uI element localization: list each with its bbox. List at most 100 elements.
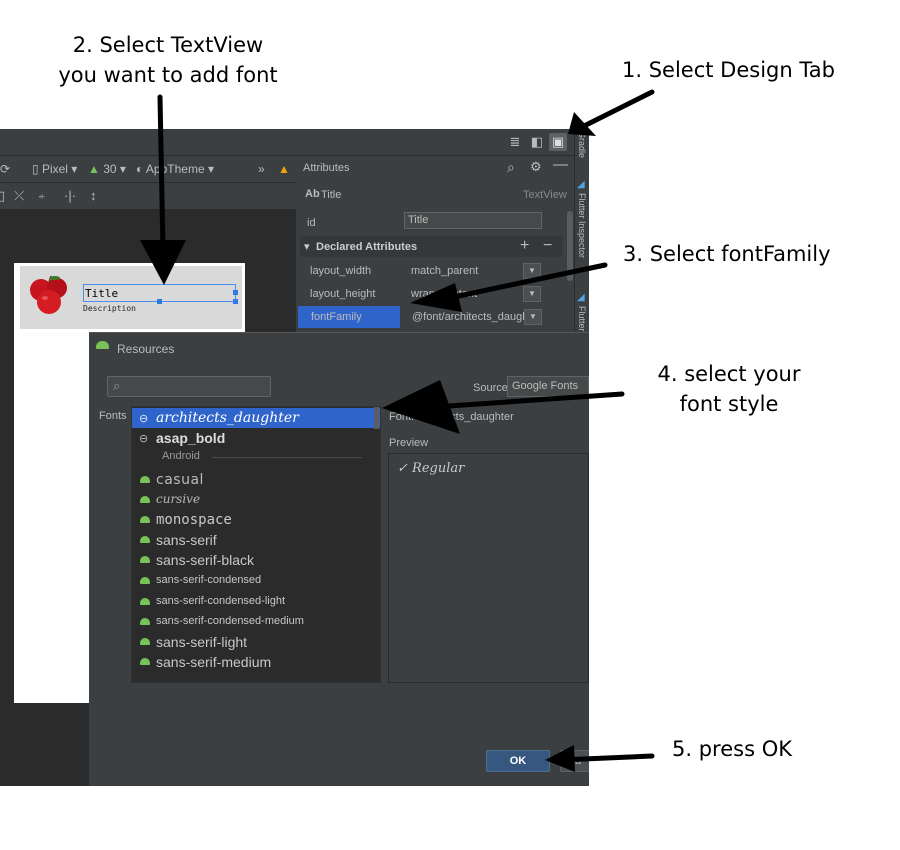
selected-font-label: Font: architects_daughter [389, 411, 514, 423]
annotation-step4: 4. select your font style [640, 359, 818, 419]
font-name: sans-serif-condensed [156, 574, 262, 586]
attr-value: wrap_content [411, 288, 478, 300]
divider [212, 457, 362, 458]
list-item[interactable]: monospace [132, 510, 380, 530]
attr-key: fontFamily [311, 311, 362, 323]
android-icon [140, 496, 150, 503]
scrollbar[interactable] [567, 211, 573, 281]
attributes-panel: Attributes ⌕ ⚙ — Ab Title TextView id Ti… [297, 156, 574, 356]
ok-button[interactable]: OK [486, 750, 550, 772]
font-name: asap_bold [156, 430, 226, 446]
list-item[interactable]: cursive [132, 490, 380, 510]
list-item[interactable]: sans-serif [132, 530, 380, 550]
android-icon [140, 536, 150, 543]
font-name: cursive [156, 492, 201, 506]
list-item[interactable]: sans-serif-condensed-medium [132, 612, 380, 632]
annotation-step4-line1: 4. select your [657, 362, 801, 386]
theme-selector[interactable]: ◐ AppTheme ▾ [136, 162, 214, 176]
description-textview[interactable]: Description [83, 304, 136, 313]
list-item[interactable]: sans-serif-medium [132, 652, 380, 672]
default-margins-icon[interactable]: ·|· [64, 188, 76, 203]
device-selector[interactable]: ▯ Pixel ▾ [32, 162, 77, 176]
scrollbar[interactable] [374, 407, 379, 429]
list-view-icon[interactable]: ≣ [506, 133, 524, 151]
overflow-icon[interactable]: » [258, 162, 265, 176]
annotation-step3: 3. Select fontFamily [623, 242, 831, 266]
android-icon [140, 638, 150, 645]
list-item[interactable]: ⊖ asap_bold [132, 428, 380, 448]
android-icon [140, 516, 150, 523]
android-icon [140, 598, 150, 605]
attr-key: layout_width [310, 265, 372, 277]
source-select[interactable]: Google Fonts [507, 376, 589, 397]
font-name: sans-serif-condensed-light [156, 595, 286, 607]
gradle-tab[interactable]: Gradle [577, 131, 587, 158]
api-selector[interactable]: ▲ 30 ▾ [88, 162, 126, 176]
search-input[interactable]: ⌕ [107, 376, 271, 397]
apple-image [30, 275, 67, 314]
search-icon: ⌕ [113, 378, 121, 393]
warning-icon[interactable]: ▲ [278, 162, 290, 176]
constraint-toolbar: ▯ ⤫ ⍅ ·|· ↕ [0, 183, 296, 210]
arrow-step1 [577, 89, 655, 131]
android-group-label: Android [162, 450, 200, 462]
search-icon[interactable]: ⌕ [507, 159, 515, 176]
list-item[interactable]: sans-serif-condensed [132, 571, 380, 591]
vertical-guide-icon[interactable]: ↕ [90, 188, 97, 203]
flutter-tab[interactable]: Flutter [577, 306, 587, 332]
flutter-inspector-tab[interactable]: Flutter Inspector [577, 193, 587, 258]
chevron-down-icon[interactable]: ▼ [523, 286, 541, 302]
api-label: 30 [103, 162, 117, 176]
attr-row-layout-width[interactable]: layout_width match_parent ▼ [297, 260, 562, 282]
android-icon [140, 618, 150, 625]
list-item[interactable]: sans-serif-condensed-light [132, 592, 380, 612]
resize-handle[interactable] [233, 299, 238, 304]
link-icon: ⊖ [139, 413, 149, 425]
font-name: casual [156, 472, 204, 488]
annotation-step5: 5. press OK [672, 737, 792, 761]
resources-dialog: Resources ⌕ Source Google Fonts Fonts ⊖ … [89, 332, 589, 786]
clear-constraints-icon[interactable]: ⍅ [38, 188, 46, 204]
preview-style-item[interactable]: ✓ Regular [397, 461, 464, 476]
list-item[interactable]: casual [132, 470, 380, 490]
annotation-step2: 2. Select TextView you want to add font [48, 30, 288, 90]
chevron-down-icon[interactable]: ▼ [523, 263, 541, 279]
cancel-button[interactable]: Ca [560, 750, 589, 772]
minus-icon[interactable]: − [543, 237, 552, 255]
widget-name: Title [321, 189, 342, 201]
preview-panel: ✓ Regular [388, 453, 589, 683]
list-item[interactable]: sans-serif-light [132, 632, 380, 652]
resize-handle[interactable] [157, 299, 162, 304]
ide-window: ≣ ◧ ▣ ⟳ ▯ Pixel ▾ ▲ 30 ▾ ◐ AppTheme ▾ » … [0, 129, 589, 786]
orientation-icon[interactable]: ⟳ [0, 162, 10, 176]
attributes-header: Attributes [303, 162, 350, 174]
widget-prefix: Ab [305, 188, 320, 200]
gear-icon[interactable]: ⚙ [530, 159, 542, 175]
android-icon [140, 476, 150, 483]
widget-type: TextView [523, 189, 567, 201]
design-view-icon[interactable]: ▣ [549, 133, 567, 151]
font-name: sans-serif-condensed-medium [156, 615, 304, 627]
plus-icon[interactable]: + [520, 237, 529, 255]
list-item[interactable]: sans-serif-black [132, 550, 380, 570]
list-item[interactable]: ⊖ architects_daughter [132, 408, 380, 428]
attr-row-layout-height[interactable]: layout_height wrap_content ▼ [297, 283, 562, 305]
preview-label: Preview [389, 437, 429, 449]
chevron-down-icon[interactable]: ▼ [524, 309, 542, 325]
view-options-icon[interactable]: ▯ [0, 188, 5, 204]
attr-row-fontfamily[interactable]: fontFamily @font/architects_daugh ▼ [298, 306, 562, 328]
split-view-icon[interactable]: ◧ [528, 133, 546, 151]
minus-icon[interactable]: — [553, 156, 568, 173]
flutter-icon: ◢ [577, 179, 585, 190]
declared-attributes-header[interactable]: ▾ Declared Attributes + − [300, 236, 562, 257]
annotation-step2-line1: 2. Select TextView [72, 33, 264, 57]
id-field[interactable]: Title [404, 212, 542, 229]
font-name: sans-serif-light [156, 634, 248, 650]
android-icon [140, 658, 150, 665]
font-list[interactable]: ⊖ architects_daughter ⊖ asap_bold Androi… [131, 406, 381, 683]
annotation-step2-line2: you want to add font [58, 63, 278, 87]
resize-handle[interactable] [233, 290, 238, 295]
attr-value: @font/architects_daugh [412, 311, 529, 323]
autoconnect-icon[interactable]: ⤫ [14, 188, 24, 204]
attr-key: layout_height [310, 288, 376, 300]
